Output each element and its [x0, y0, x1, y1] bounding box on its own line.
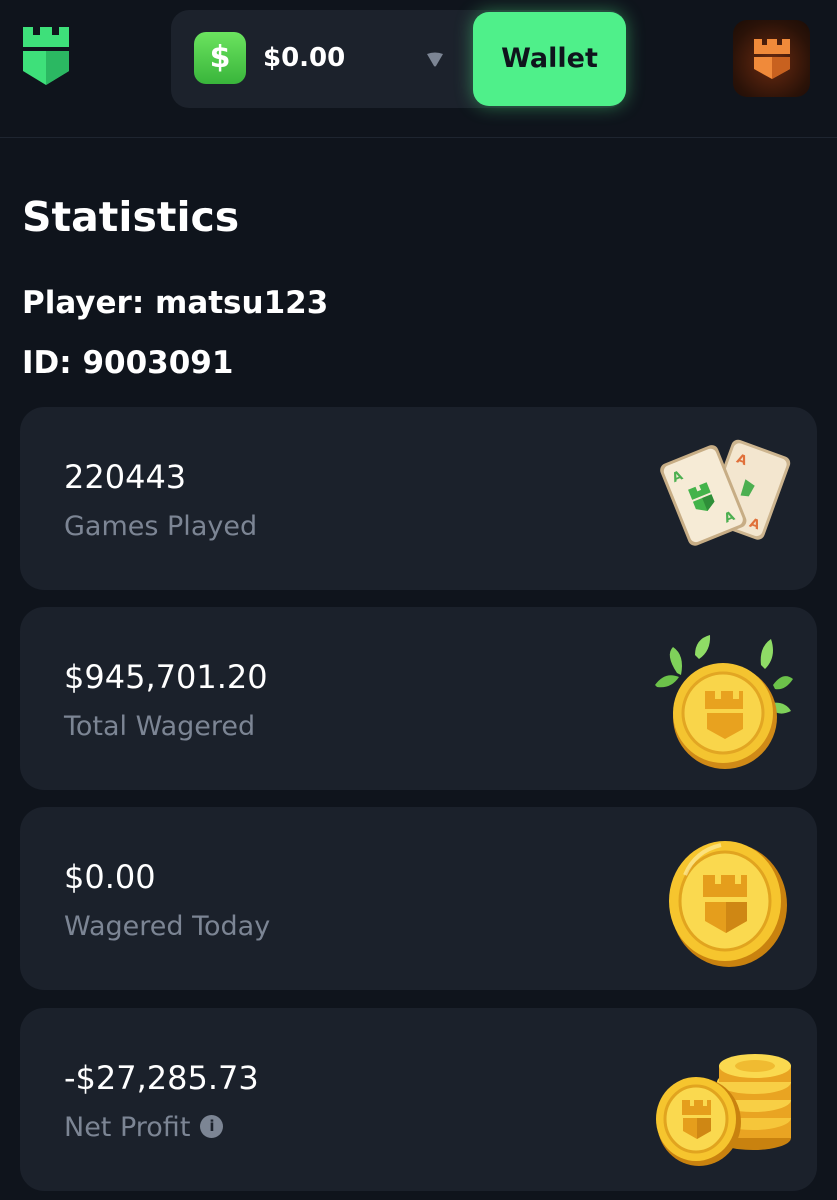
stat-label: Total Wagered: [64, 711, 256, 742]
page-title: Statistics: [22, 193, 240, 241]
chevron-down-icon[interactable]: [426, 52, 444, 68]
gold-coin-icon: [655, 825, 795, 973]
stat-value: 220443: [64, 458, 187, 496]
stat-value: $0.00: [64, 858, 156, 896]
stat-card-games-played: 220443 Games Played A A A A: [20, 407, 817, 590]
avatar[interactable]: [733, 20, 810, 97]
playing-cards-icon: A A A A: [655, 425, 795, 573]
stat-label: Net Profit: [64, 1112, 191, 1143]
balance-amount[interactable]: $0.00: [263, 43, 345, 73]
stat-card-wagered-today: $0.00 Wagered Today: [20, 807, 817, 990]
stat-label-row: Net Profit i: [64, 1112, 224, 1143]
wallet-button[interactable]: Wallet: [473, 12, 626, 106]
stat-value: -$27,285.73: [64, 1059, 259, 1097]
player-name: Player: matsu123: [22, 285, 329, 321]
cash-icon: $: [194, 32, 246, 84]
stat-label: Wagered Today: [64, 911, 271, 942]
stat-card-total-wagered: $945,701.20 Total Wagered: [20, 607, 817, 790]
player-id: ID: 9003091: [22, 345, 234, 381]
info-icon[interactable]: i: [200, 1115, 224, 1138]
wallet-balance-bar: $ $0.00 Wallet: [171, 10, 626, 108]
stat-card-net-profit: -$27,285.73 Net Profit i: [20, 1008, 817, 1191]
coin-stack-icon: [655, 1026, 795, 1174]
coin-with-leaves-icon: [655, 625, 795, 773]
castle-avatar-icon: [754, 39, 790, 79]
top-bar: $ $0.00 Wallet: [0, 0, 837, 138]
castle-logo-icon[interactable]: [20, 25, 72, 87]
stat-value: $945,701.20: [64, 658, 268, 696]
stat-label: Games Played: [64, 511, 258, 542]
